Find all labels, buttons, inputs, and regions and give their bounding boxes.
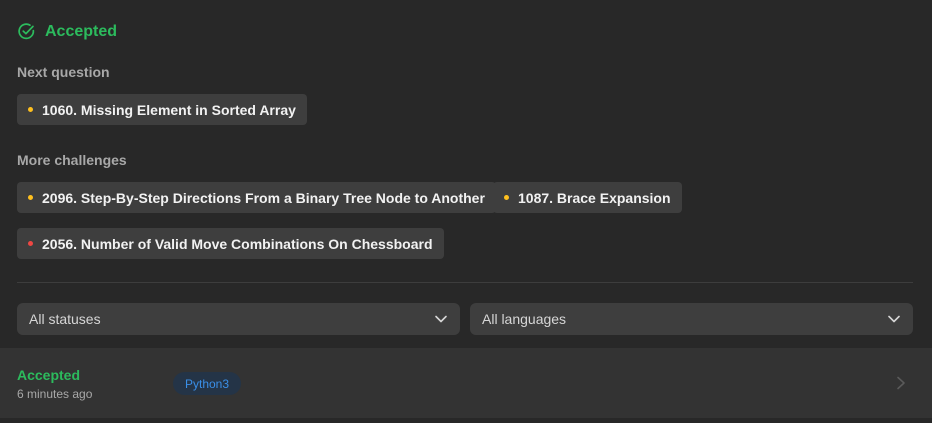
difficulty-dot [28,107,33,112]
submission-result: Accepted [17,367,81,383]
question-title: 1060. Missing Element in Sorted Array [42,101,296,118]
status-header: Accepted [17,22,117,41]
submission-time: 6 minutes ago [17,387,93,401]
challenge-chip[interactable]: 2056. Number of Valid Move Combinations … [17,228,444,259]
language-filter-label: All languages [482,311,567,327]
difficulty-dot [504,195,509,200]
chevron-down-icon [887,312,901,326]
status-filter-select[interactable]: All statuses [17,303,460,335]
check-circle-icon [17,22,36,41]
more-challenges-label: More challenges [17,152,127,168]
challenge-chip[interactable]: 2096. Step-By-Step Directions From a Bin… [17,182,496,213]
chevron-down-icon [434,312,448,326]
submission-row[interactable]: Accepted 6 minutes ago Python3 [0,348,932,418]
next-question-chip[interactable]: 1060. Missing Element in Sorted Array [17,94,307,125]
challenge-chip[interactable]: 1087. Brace Expansion [493,182,682,213]
submission-result-panel: Accepted Next question 1060. Missing Ele… [0,0,932,423]
status-filter-label: All statuses [29,311,101,327]
language-badge: Python3 [173,372,242,395]
question-title: 1087. Brace Expansion [518,189,671,206]
status-text: Accepted [45,22,118,40]
language-filter-select[interactable]: All languages [470,303,913,335]
difficulty-dot [28,195,33,200]
divider [17,282,913,283]
question-title: 2056. Number of Valid Move Combinations … [42,235,433,252]
question-title: 2096. Step-By-Step Directions From a Bin… [42,189,485,206]
next-question-label: Next question [17,64,110,80]
chevron-right-icon [894,375,908,391]
difficulty-dot [28,241,33,246]
